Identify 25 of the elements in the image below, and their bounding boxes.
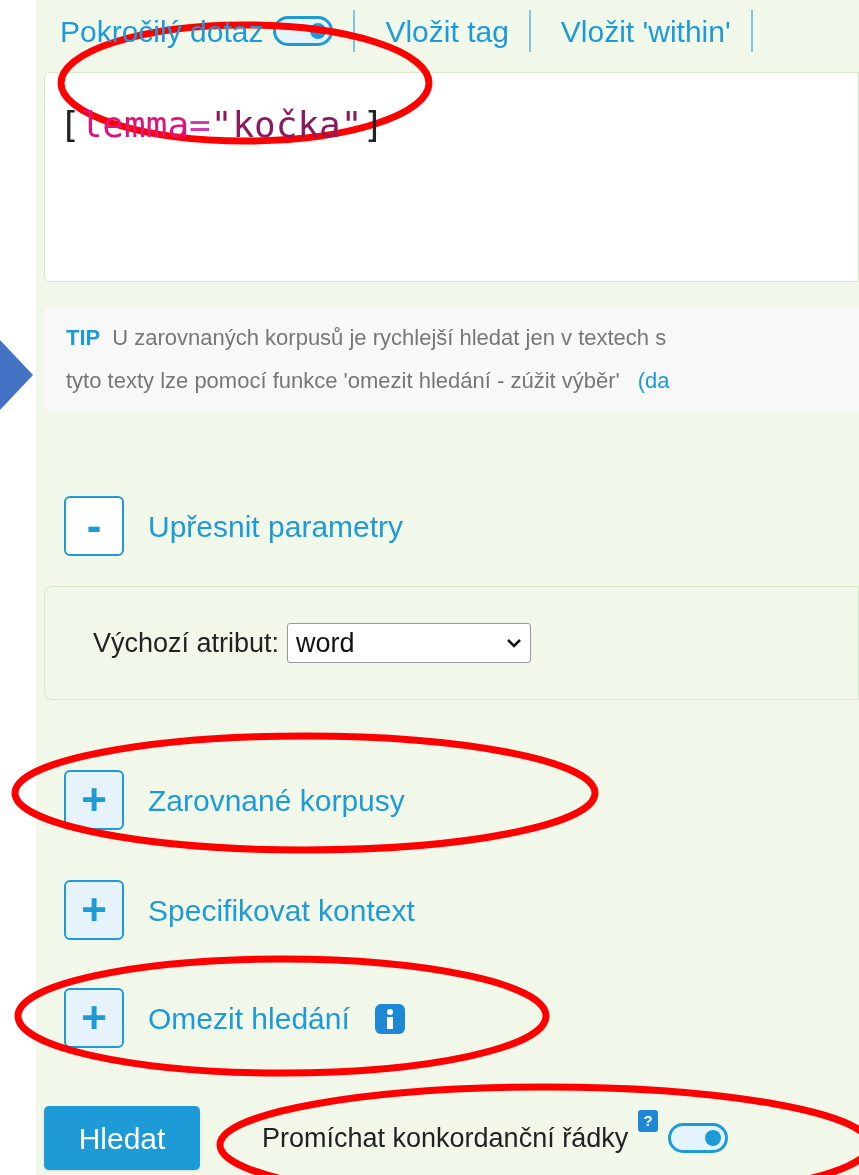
tip-text: U zarovnaných korpusů je rychlejší hledat jen v textech s	[112, 324, 667, 352]
section-title[interactable]: Specifikovat kontext	[148, 887, 415, 933]
tip-link[interactable]: (da	[637, 364, 670, 397]
expand-toggle-button[interactable]: +	[64, 988, 124, 1048]
query-token: "kočka"	[210, 104, 363, 145]
expand-toggle-button[interactable]: +	[64, 880, 124, 940]
search-button[interactable]: Hledat	[44, 1106, 200, 1170]
shuffle-label: Promíchat konkordanční řádky	[262, 1121, 629, 1155]
query-token: =	[189, 104, 211, 145]
section-title[interactable]: Omezit hledání	[148, 995, 350, 1041]
toolbar-link[interactable]: Vložit tag	[385, 8, 509, 54]
query-token: [	[59, 104, 81, 145]
help-icon[interactable]: ?	[638, 1109, 659, 1132]
info-icon	[373, 1003, 406, 1035]
default-attribute-label: Výchozí atribut:	[93, 626, 280, 660]
section-title[interactable]: Upřesnit parametry	[148, 503, 404, 549]
expand-toggle-button[interactable]: -	[64, 496, 124, 556]
attribute-select[interactable]: word	[287, 623, 532, 663]
tip-label: TIP	[66, 324, 101, 352]
toolbar-link[interactable]: Vložit 'within'	[560, 8, 731, 54]
expand-toggle-button[interactable]: +	[64, 770, 124, 830]
section-title[interactable]: Zarovnané korpusy	[148, 777, 405, 823]
chevron-down-icon	[506, 638, 523, 648]
toggle-switch[interactable]	[668, 1123, 729, 1153]
tip-text: tyto texty lze pomocí funkce 'omezit hledání - zúžit výběr'	[66, 367, 620, 395]
